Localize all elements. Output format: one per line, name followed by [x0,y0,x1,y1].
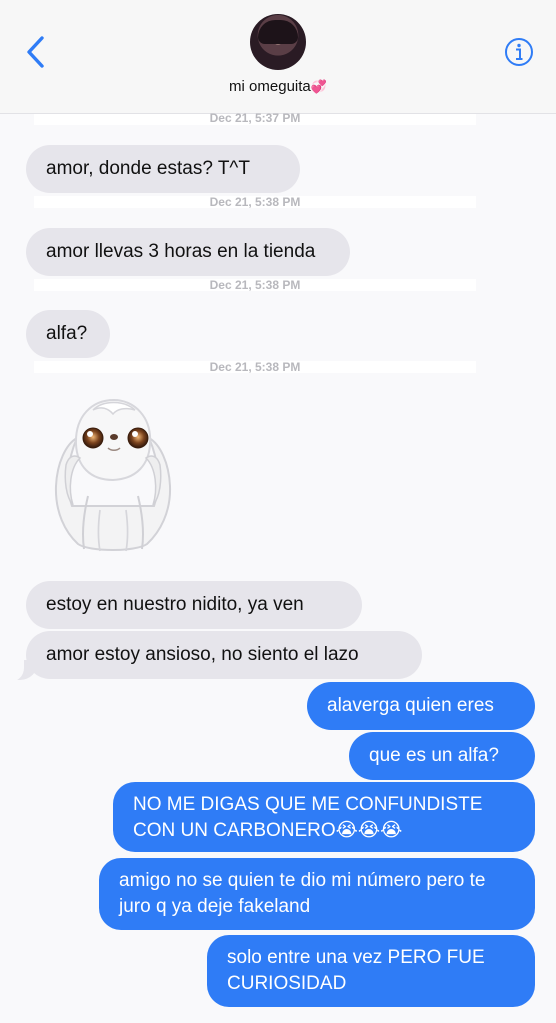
timestamp: Dec 21, 5:38 PM [34,361,476,373]
info-icon[interactable] [504,37,534,67]
message-bubble-incoming[interactable]: alfa? [26,310,110,358]
timestamp: Dec 21, 5:38 PM [34,196,476,208]
heart-emoji: 💞 [310,79,327,94]
contact-avatar[interactable] [250,14,306,70]
message-bubble-outgoing[interactable]: solo entre una vez PERO FUE CURIOSIDAD [207,935,535,1007]
message-bubble-outgoing[interactable]: que es un alfa? [349,732,535,780]
conversation-header: mi omeguita💞 [0,0,556,114]
message-bubble-incoming[interactable]: amor estoy ansioso, no siento el lazo [26,631,422,679]
message-bubble-outgoing[interactable]: alaverga quien eres [307,682,535,730]
timestamp: Dec 21, 5:38 PM [34,279,476,291]
timestamp: Dec 21, 5:37 PM [34,112,476,125]
message-bubble-incoming[interactable]: amor, donde estas? T^T [26,145,300,193]
message-bubble-incoming[interactable]: amor llevas 3 horas en la tienda [26,228,350,276]
message-bubble-outgoing[interactable]: amigo no se quien te dio mi número pero … [99,858,535,930]
back-chevron-icon[interactable] [22,34,52,70]
fluffy-dog-sticker-icon[interactable] [48,392,178,558]
contact-name[interactable]: mi omeguita💞 [0,78,556,95]
message-bubble-outgoing[interactable]: NO ME DIGAS QUE ME CONFUNDISTE CON UN CA… [113,782,535,852]
message-bubble-incoming[interactable]: estoy en nuestro nidito, ya ven [26,581,362,629]
